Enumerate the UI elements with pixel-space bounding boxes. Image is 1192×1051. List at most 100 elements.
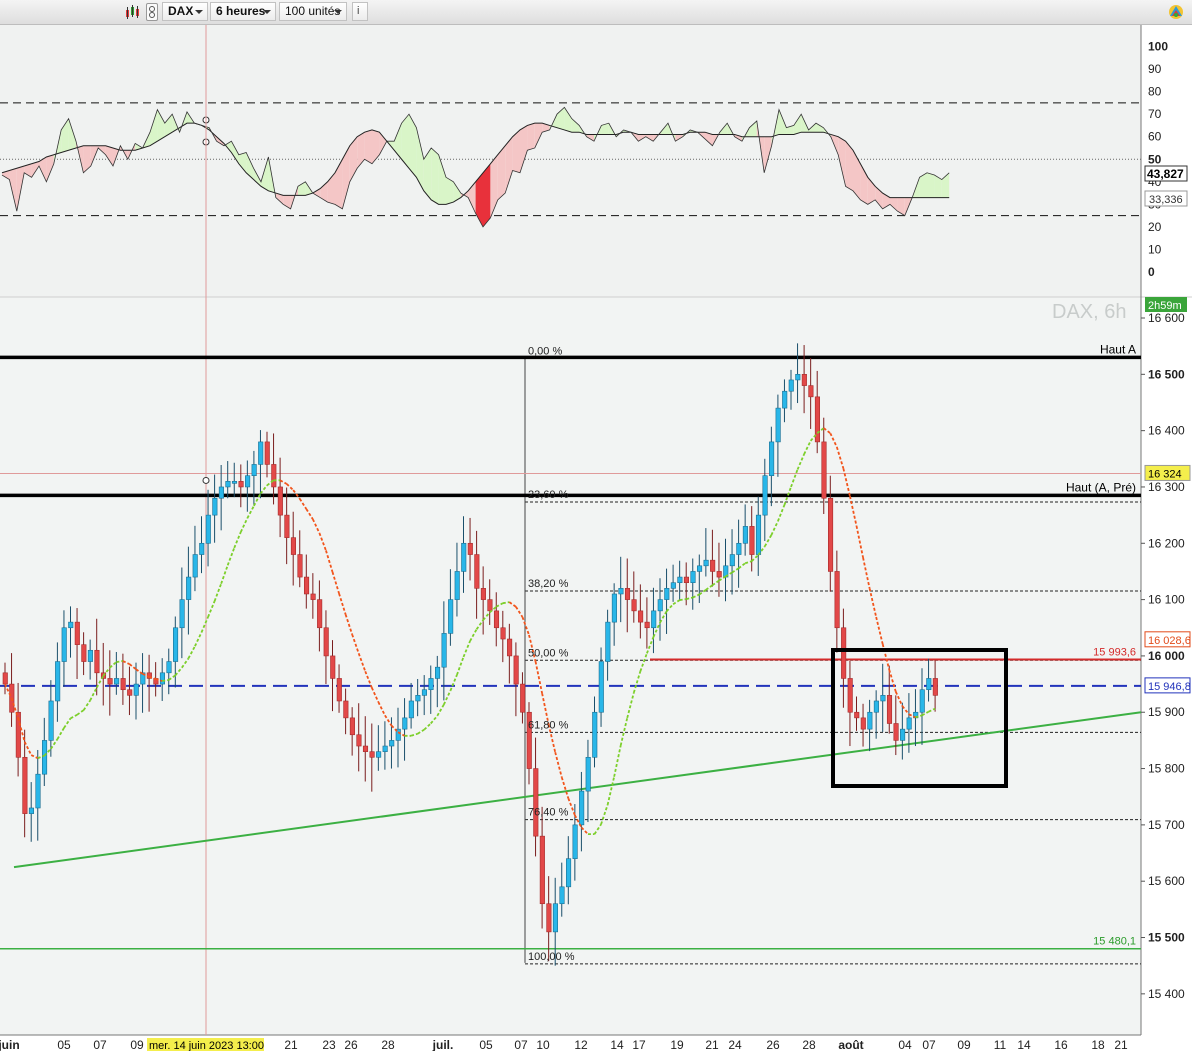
candle: [205, 514, 211, 544]
candle: [533, 768, 539, 837]
candle: [585, 756, 591, 792]
candle: [749, 526, 755, 555]
chart-canvas[interactable]: DAX, 6h 100908070605040302010043,82733,3…: [0, 0, 1192, 1051]
x-tick-label: 05: [479, 1038, 493, 1051]
candle: [218, 486, 224, 499]
oscillator-fill: [431, 147, 439, 205]
x-tick-label: 12: [574, 1038, 588, 1051]
fibonacci-level-label: 23,60 %: [528, 489, 569, 501]
candle: [821, 441, 827, 499]
candle: [657, 599, 663, 612]
candle: [421, 689, 428, 696]
candle: [107, 678, 113, 685]
candle: [474, 554, 480, 589]
candle: [277, 486, 283, 516]
candle: [192, 554, 198, 578]
candle: [801, 374, 807, 386]
oscillator-tick-label: 10: [1148, 242, 1162, 256]
candle: [35, 773, 41, 809]
candle: [782, 390, 788, 409]
crosshair-price-tag: 16 324: [1148, 468, 1182, 480]
candle: [61, 627, 67, 662]
candle: [710, 559, 716, 572]
candle: [867, 711, 873, 730]
x-tick-label: 21: [1114, 1038, 1128, 1051]
price-tick-label: 16 000: [1148, 649, 1185, 663]
ma-price-tag: 16 028,6: [1148, 635, 1191, 647]
candle: [120, 678, 126, 691]
candle: [349, 717, 355, 736]
candle: [199, 542, 205, 555]
candle: [611, 593, 617, 623]
candle: [638, 610, 644, 623]
x-tick-label: juil.: [432, 1038, 454, 1051]
candle: [552, 903, 559, 933]
oscillator-tick-label: 90: [1148, 62, 1162, 76]
x-tick-label: 07: [514, 1038, 528, 1051]
candle: [362, 745, 369, 752]
candle: [330, 655, 336, 679]
x-tick-label: 21: [284, 1038, 298, 1051]
candle: [290, 537, 297, 555]
price-tick-label: 15 500: [1148, 931, 1185, 945]
candle: [827, 497, 834, 572]
candle: [618, 588, 624, 595]
candle: [87, 649, 93, 662]
candle: [133, 683, 139, 696]
candle: [336, 678, 342, 702]
x-tick-label: 07: [93, 1038, 107, 1051]
candle: [467, 542, 473, 555]
candle: [415, 695, 421, 702]
candle: [356, 734, 362, 747]
x-tick-label: 07: [922, 1038, 936, 1051]
candle: [461, 542, 467, 572]
price-tick-label: 16 200: [1148, 536, 1185, 550]
candle: [696, 565, 703, 572]
candle: [2, 672, 8, 685]
haut-a-pre-label: Haut (A, Pré): [1066, 480, 1136, 494]
candle: [873, 700, 879, 713]
candle: [264, 441, 270, 465]
candle: [428, 678, 434, 691]
x-tick-label: 10: [536, 1038, 550, 1051]
candle: [186, 576, 192, 600]
candle: [677, 576, 683, 584]
x-tick-label: 16: [1054, 1038, 1068, 1051]
fibonacci-level-label: 38,20 %: [528, 578, 569, 590]
candle: [454, 571, 460, 600]
candle: [592, 711, 598, 758]
candle: [769, 441, 775, 476]
x-tick-label: 28: [381, 1038, 395, 1051]
oscillator-tick-label: 80: [1148, 85, 1162, 99]
candle: [847, 678, 853, 713]
oscillator-tick-label: 20: [1148, 220, 1162, 234]
price-tick-label: 16 600: [1148, 311, 1185, 325]
x-tick-label: 23: [322, 1038, 336, 1051]
oscillator-value-label: 43,827: [1147, 167, 1184, 181]
price-tick-label: 15 600: [1148, 874, 1185, 888]
candle: [539, 835, 545, 905]
candle: [369, 751, 375, 758]
candle: [114, 678, 120, 685]
candle: [644, 621, 650, 629]
timer-tag: 2h59m: [1148, 300, 1182, 312]
candle: [323, 627, 329, 657]
candle: [605, 621, 611, 662]
candle: [742, 526, 748, 544]
x-tick-label: 28: [802, 1038, 816, 1051]
candle: [225, 481, 231, 488]
oscillator-fill: [364, 129, 372, 164]
x-tick-label: 26: [344, 1038, 358, 1051]
candle: [900, 728, 906, 741]
candle: [480, 588, 486, 600]
x-tick-label: 04: [898, 1038, 912, 1051]
fibonacci-level-label: 61,80 %: [528, 719, 569, 731]
oscillator-fill: [927, 172, 935, 198]
candle: [212, 497, 218, 516]
x-tick-label: 14: [610, 1038, 624, 1051]
oscillator-tick-label: 100: [1148, 40, 1168, 54]
candle: [513, 655, 519, 685]
fibonacci-level-label: 0,00 %: [528, 345, 562, 357]
candle: [579, 790, 585, 826]
candle: [231, 481, 238, 484]
